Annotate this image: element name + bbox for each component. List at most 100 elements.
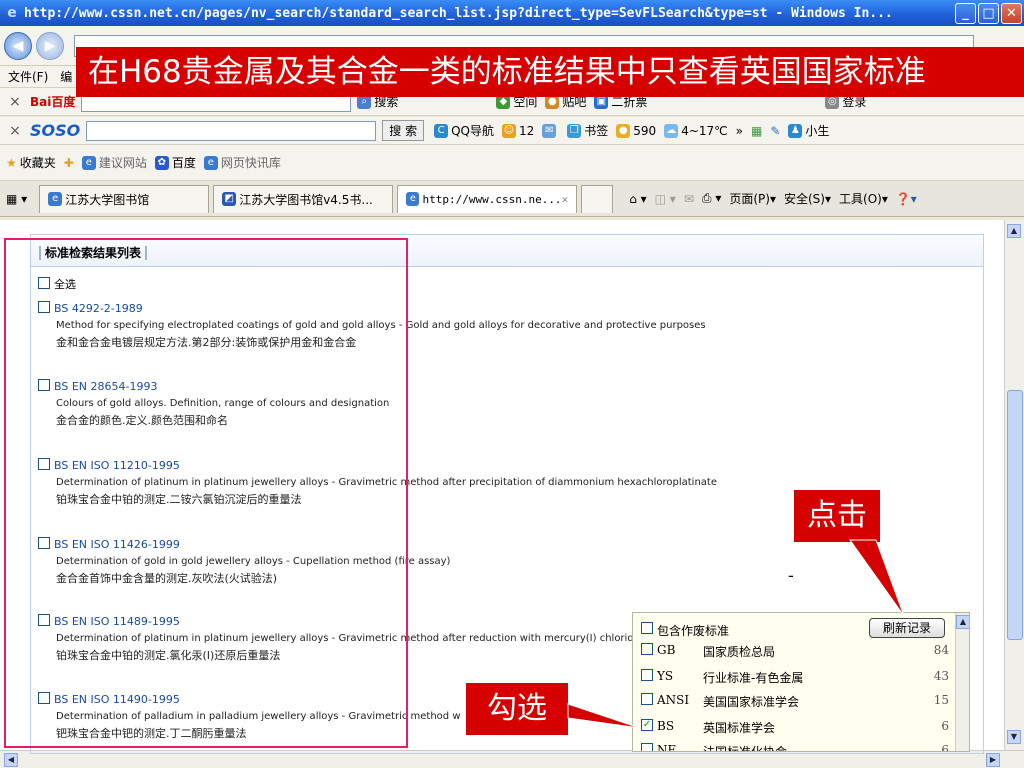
more-button[interactable]: » bbox=[736, 124, 743, 138]
menu-edit[interactable]: 编 bbox=[60, 68, 72, 85]
scroll-up-icon[interactable]: ▲ bbox=[1007, 224, 1021, 238]
close-tab-icon[interactable]: ✕ bbox=[562, 193, 569, 206]
ie-page-icon: e bbox=[406, 192, 420, 206]
close-toolbar-icon[interactable]: × bbox=[0, 123, 30, 139]
baidu-icon: ✿ bbox=[154, 155, 169, 170]
add-favorite-icon[interactable]: ✚ bbox=[64, 156, 74, 170]
facet-row: NF 法国标准化协会 6 bbox=[641, 743, 949, 752]
check-callout: 勾选 bbox=[466, 683, 568, 735]
quick-tabs-icon[interactable]: ▦ ▾ bbox=[6, 192, 27, 206]
pen-icon[interactable]: ✎ bbox=[770, 124, 780, 138]
facet-name: 英国标准学会 bbox=[703, 721, 776, 735]
bookmark-icon: ❐ bbox=[567, 123, 582, 138]
read-mail-icon[interactable]: ✉ bbox=[684, 192, 694, 206]
smiley-icon: ☺ bbox=[501, 123, 516, 138]
facet-code: BS bbox=[657, 719, 675, 733]
fav-suggested-sites[interactable]: e 建议网站 bbox=[81, 154, 147, 171]
scroll-thumb[interactable] bbox=[1007, 390, 1023, 640]
close-button[interactable]: ✕ bbox=[1001, 2, 1022, 24]
facet-name: 法国标准化协会 bbox=[703, 745, 788, 752]
soso-search-button[interactable]: 搜 索 bbox=[382, 120, 425, 141]
favorites-button[interactable]: ★ 收藏夹 bbox=[6, 154, 56, 171]
ie-page-icon: e bbox=[48, 192, 63, 206]
coin-icon: ● bbox=[616, 123, 631, 138]
favorites-bar: ★ 收藏夹 ✚ e 建议网站 ✿ 百度 e 网页快讯库 bbox=[0, 145, 1024, 181]
facet-filter-panel: 包含作废标准 刷新记录 GB 国家质检总局 84 YS 行业标准-有色金属 43 ANS… bbox=[632, 612, 970, 752]
include-obsolete-label: 包含作废标准 bbox=[657, 624, 730, 638]
safety-menu[interactable]: 安全(S) ▾ bbox=[784, 190, 831, 207]
soso-logo: SOSO bbox=[30, 121, 81, 140]
minimize-button[interactable]: _ bbox=[955, 2, 976, 24]
feeds-icon[interactable]: ◫ ▾ bbox=[655, 192, 676, 206]
facet-checkbox-bs[interactable]: ✓ bbox=[641, 719, 653, 731]
facet-row: GB 国家质检总局 84 bbox=[641, 643, 949, 660]
scroll-right-icon[interactable]: ▶ bbox=[986, 753, 1000, 767]
scroll-up-icon[interactable]: ▲ bbox=[956, 615, 969, 629]
qq-count-button[interactable]: ☺ 12 bbox=[501, 123, 534, 138]
weather-button[interactable]: ☁ 4~17℃ bbox=[664, 123, 728, 138]
facet-name: 美国国家标准学会 bbox=[703, 695, 800, 709]
results-highlight-box bbox=[4, 238, 408, 748]
fav-baidu[interactable]: ✿ 百度 bbox=[154, 154, 196, 171]
facet-count: 6 bbox=[941, 719, 949, 733]
mail-button[interactable]: ✉ bbox=[542, 123, 559, 138]
window-title: http://www.cssn.net.cn/pages/nv_search/s… bbox=[24, 5, 893, 21]
click-callout: 点击 bbox=[794, 490, 880, 542]
bookmark-button[interactable]: ❐ 书签 bbox=[567, 122, 608, 139]
facet-checkbox[interactable] bbox=[641, 693, 653, 705]
close-toolbar-icon[interactable]: × bbox=[0, 94, 30, 110]
print-icon[interactable]: ⎙ ▾ bbox=[702, 191, 721, 206]
menu-file[interactable]: 文件(F) bbox=[8, 68, 48, 85]
vertical-scrollbar[interactable]: ▲ ▼ bbox=[1004, 220, 1024, 750]
scroll-left-icon[interactable]: ◀ bbox=[4, 753, 18, 767]
facet-code: YS bbox=[657, 669, 674, 683]
facet-code: ANSI bbox=[657, 693, 690, 707]
maximize-button[interactable]: □ bbox=[978, 2, 999, 24]
fav-webslice[interactable]: e 网页快讯库 bbox=[203, 154, 281, 171]
facet-checkbox[interactable] bbox=[641, 669, 653, 681]
forward-icon[interactable]: ▶ bbox=[36, 31, 64, 60]
window-titlebar: e http://www.cssn.net.cn/pages/nv_search… bbox=[0, 0, 1024, 26]
ie-page-icon: e bbox=[203, 155, 218, 170]
back-icon[interactable]: ◀ bbox=[4, 31, 32, 60]
soso-toolbar: × SOSO 搜 索 C QQ导航 ☺ 12 ✉ ❐ 书签 ● 590 ☁ 4~17℃ »… bbox=[0, 117, 1024, 145]
weather-icon: ☁ bbox=[664, 123, 679, 138]
help-icon[interactable]: ❓▾ bbox=[896, 192, 917, 206]
stray-dash: - bbox=[788, 566, 794, 585]
star-icon: ★ bbox=[6, 155, 17, 170]
baidu-logo: Bai百度 bbox=[30, 95, 76, 109]
page-icon: ◩ bbox=[222, 192, 237, 206]
facet-name: 行业标准-有色金属 bbox=[703, 671, 804, 685]
include-obsolete-checkbox[interactable] bbox=[641, 622, 653, 634]
facet-scrollbar[interactable]: ▲ bbox=[955, 613, 969, 751]
qq-nav-icon: C bbox=[434, 123, 449, 138]
soso-search-input[interactable] bbox=[86, 120, 377, 141]
coins-button[interactable]: ● 590 bbox=[616, 123, 656, 138]
refresh-records-button[interactable]: 刷新记录 bbox=[869, 618, 945, 638]
facet-count: 6 bbox=[941, 743, 949, 752]
qq-nav-button[interactable]: C QQ导航 bbox=[434, 122, 494, 139]
scroll-down-icon[interactable]: ▼ bbox=[1007, 730, 1021, 744]
tab-library-v45[interactable]: ◩ 江苏大学图书馆v4.5书... bbox=[213, 184, 394, 213]
tab-cssn[interactable]: e http://www.cssn.ne... ✕ bbox=[397, 184, 578, 213]
facet-row: ✓ BS 英国标准学会 6 bbox=[641, 719, 949, 736]
home-icon[interactable]: ⌂ ▾ bbox=[629, 192, 646, 206]
facet-row: ANSI 美国国家标准学会 15 bbox=[641, 693, 949, 710]
ie-icon: e bbox=[7, 5, 17, 21]
facet-checkbox[interactable] bbox=[641, 643, 653, 655]
instruction-banner: 在H68贵金属及其合金一类的标准结果中只查看英国国家标准 bbox=[76, 47, 1024, 97]
user-button[interactable]: ♟ 小生 bbox=[788, 122, 829, 139]
page-menu[interactable]: 页面(P) ▾ bbox=[729, 190, 776, 207]
tools-menu[interactable]: 工具(O) ▾ bbox=[839, 190, 888, 207]
facet-count: 84 bbox=[933, 643, 949, 657]
mail-icon: ✉ bbox=[542, 123, 557, 138]
ie-page-icon: e bbox=[81, 155, 96, 170]
new-tab-button[interactable] bbox=[581, 184, 614, 213]
facet-code: NF bbox=[657, 743, 676, 752]
tab-bar: ▦ ▾ e 江苏大学图书馆 ◩ 江苏大学图书馆v4.5书... e http://ww… bbox=[0, 181, 1024, 217]
facet-checkbox[interactable] bbox=[641, 743, 653, 751]
user-icon: ♟ bbox=[788, 123, 803, 138]
facet-code: GB bbox=[657, 643, 676, 657]
grid-icon[interactable]: ▦ bbox=[751, 124, 762, 138]
tab-library[interactable]: e 江苏大学图书馆 bbox=[39, 184, 210, 213]
